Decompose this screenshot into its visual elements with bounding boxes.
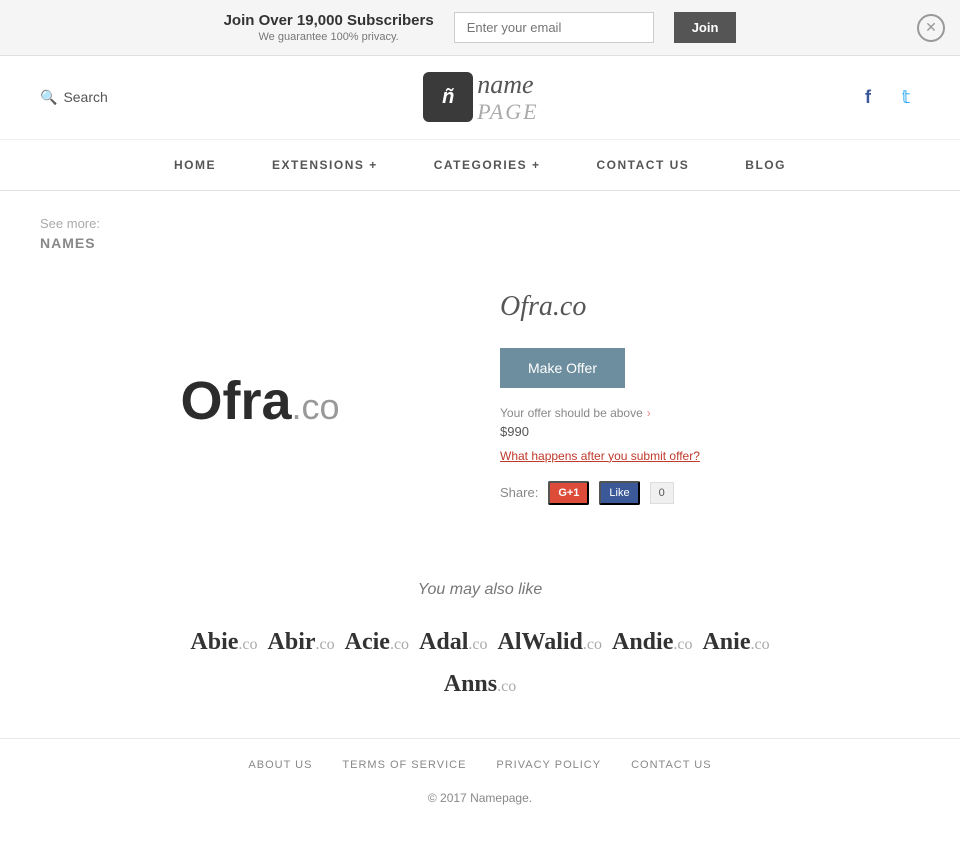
nav-extensions[interactable]: EXTENSIONS + xyxy=(244,140,406,190)
logo-text: name PAGE xyxy=(477,71,538,124)
site-logo[interactable]: ñ name PAGE xyxy=(423,71,538,124)
nav-contact[interactable]: CONTACT US xyxy=(569,140,718,190)
similar-andie[interactable]: Andie.co xyxy=(612,629,692,656)
domain-tld-display: .co xyxy=(292,386,340,428)
footer-terms[interactable]: TERMS OF SERVICE xyxy=(342,759,466,771)
domain-info: Ofra.co Make Offer Your offer should be … xyxy=(500,281,900,521)
fb-like-label: Like xyxy=(609,487,629,499)
site-header: 🔍 Search ñ name PAGE f 𝕥 xyxy=(0,56,960,140)
similar-domains-list: Abie.co Abir.co Acie.co Adal.co AlWalid.… xyxy=(40,629,920,656)
offer-arrow-icon: › xyxy=(647,406,651,420)
footer-links: ABOUT US TERMS OF SERVICE PRIVACY POLICY… xyxy=(40,759,920,771)
search-icon: 🔍 xyxy=(40,89,57,106)
make-offer-button[interactable]: Make Offer xyxy=(500,348,625,388)
banner-title: Join Over 19,000 Subscribers xyxy=(224,12,434,29)
breadcrumb-category[interactable]: NAMES xyxy=(40,235,920,251)
footer-privacy[interactable]: PRIVACY POLICY xyxy=(496,759,601,771)
footer-about[interactable]: ABOUT US xyxy=(248,759,312,771)
domain-name-display: Ofra xyxy=(180,370,291,432)
similar-anns[interactable]: Anns.co xyxy=(444,671,516,698)
domain-logo-section: Ofra .co xyxy=(60,281,460,521)
similar-anie[interactable]: Anie.co xyxy=(702,629,769,656)
fb-like-count: 0 xyxy=(650,482,674,504)
share-label: Share: xyxy=(500,485,538,500)
search-label: Search xyxy=(63,89,107,105)
what-happens-link[interactable]: What happens after you submit offer? xyxy=(500,449,900,463)
copy-prefix: © 2017 xyxy=(428,791,470,805)
facebook-icon[interactable]: f xyxy=(854,83,882,111)
domain-full-name: Ofra.co xyxy=(500,291,900,323)
nav-blog[interactable]: BLOG xyxy=(717,140,814,190)
similar-abir[interactable]: Abir.co xyxy=(268,629,335,656)
email-input[interactable] xyxy=(454,12,654,43)
similar-abie[interactable]: Abie.co xyxy=(190,629,257,656)
banner-subtitle: We guarantee 100% privacy. xyxy=(224,31,434,43)
main-nav: HOME EXTENSIONS + CATEGORIES + CONTACT U… xyxy=(0,140,960,191)
domain-logo-display: Ofra .co xyxy=(180,370,339,432)
similar-title: You may also like xyxy=(40,581,920,599)
similar-alwalid[interactable]: AlWalid.co xyxy=(498,629,602,656)
min-offer-price: $990 xyxy=(500,424,900,439)
twitter-icon[interactable]: 𝕥 xyxy=(892,83,920,111)
facebook-like-button[interactable]: Like xyxy=(599,481,639,505)
share-section: Share: G+1 Like 0 xyxy=(500,481,900,505)
similar-acie[interactable]: Acie.co xyxy=(345,629,409,656)
search-trigger[interactable]: 🔍 Search xyxy=(40,89,108,106)
similar-row2: Anns.co xyxy=(40,671,920,698)
social-links: f 𝕥 xyxy=(854,83,920,111)
subscription-banner: Join Over 19,000 Subscribers We guarante… xyxy=(0,0,960,56)
offer-hint: Your offer should be above › xyxy=(500,406,900,420)
copy-brand: Namepage. xyxy=(470,791,532,805)
similar-domains-section: You may also like Abie.co Abir.co Acie.c… xyxy=(0,561,960,738)
logo-icon-box: ñ xyxy=(423,72,473,122)
nav-home[interactable]: HOME xyxy=(146,140,244,190)
breadcrumb: See more: NAMES xyxy=(0,191,960,261)
banner-text: Join Over 19,000 Subscribers We guarante… xyxy=(224,12,434,43)
similar-adal[interactable]: Adal.co xyxy=(419,629,487,656)
close-banner-button[interactable]: ✕ xyxy=(917,14,945,42)
join-button[interactable]: Join xyxy=(674,12,737,43)
copyright: © 2017 Namepage. xyxy=(40,791,920,805)
see-more-label: See more: xyxy=(40,216,100,231)
nav-categories[interactable]: CATEGORIES + xyxy=(406,140,569,190)
main-content: Ofra .co Ofra.co Make Offer Your offer s… xyxy=(0,261,960,561)
footer-contact[interactable]: CONTACT US xyxy=(631,759,712,771)
google-plus-button[interactable]: G+1 xyxy=(548,481,589,505)
site-footer: ABOUT US TERMS OF SERVICE PRIVACY POLICY… xyxy=(0,738,960,825)
